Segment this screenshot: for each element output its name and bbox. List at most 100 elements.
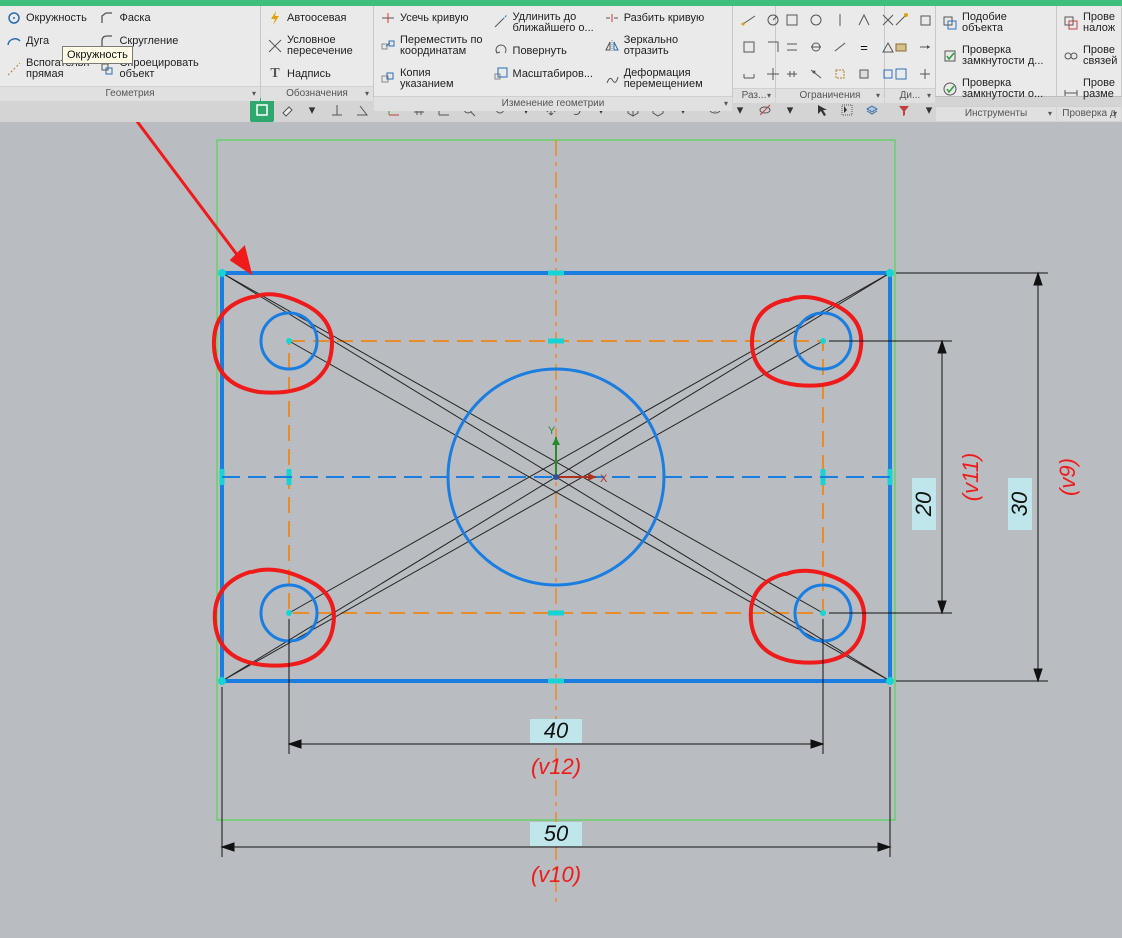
mirror-label: Зеркально отразить (624, 35, 678, 57)
tb-eraser[interactable] (275, 98, 299, 122)
c12[interactable] (805, 63, 827, 85)
text-label: Надпись (287, 68, 331, 80)
dim40-val: 40 (544, 718, 569, 743)
cond-cmd[interactable]: Условное пересечение (265, 31, 355, 61)
check1-icon (942, 48, 958, 64)
diag-panel-title: Ди... (885, 88, 935, 103)
dim-icon-1[interactable] (738, 9, 760, 31)
split-cmd[interactable]: Разбить кривую (602, 8, 707, 28)
check2-icon (942, 81, 958, 97)
c13[interactable] (829, 63, 851, 85)
check2-cmd[interactable]: Проверка замкнутости о... (940, 74, 1045, 104)
arc-label: Дуга (26, 35, 49, 47)
trim-label: Усечь кривую (400, 12, 468, 24)
autoaxis-cmd[interactable]: Автоосевая (265, 8, 355, 28)
mirror-cmd[interactable]: Зеркально отразить (602, 31, 707, 61)
c14[interactable] (853, 63, 875, 85)
mirror-icon (604, 38, 620, 54)
annot-panel-title: Обозначения (261, 86, 373, 101)
chk-b-lbl: Прове связей (1083, 45, 1117, 67)
dims-icon (1063, 81, 1079, 97)
rotate-label: Повернуть (513, 45, 567, 57)
chk-b[interactable]: Прове связей (1061, 41, 1119, 71)
c6[interactable] (781, 36, 803, 58)
sketch-canvas[interactable]: X Y 50 (v10) 40 (v12) 30 (v9) (0, 122, 1122, 938)
dim30-var: (v9) (1055, 458, 1080, 496)
c4[interactable] (853, 9, 875, 31)
similar-cmd[interactable]: Подобие объекта (940, 8, 1045, 38)
auxline-icon (6, 61, 22, 77)
c3[interactable] (829, 9, 851, 31)
text-cmd[interactable]: T Надпись (265, 64, 355, 84)
scale-label: Масштабиров... (513, 68, 593, 80)
constraints-panel-title: Ограничения (776, 88, 884, 103)
c8[interactable] (829, 36, 851, 58)
deform-cmd[interactable]: Деформация перемещением (602, 64, 707, 94)
chk-a[interactable]: Прове налож (1061, 8, 1119, 38)
d5[interactable] (890, 63, 912, 85)
circle-tooltip: Окружность (62, 46, 133, 64)
move-cmd[interactable]: Переместить по координатам (378, 31, 485, 61)
copy-cmd[interactable]: Копия указанием (378, 64, 485, 94)
geometry-panel-title: Геометрия (0, 86, 260, 101)
dim30-val: 30 (1007, 491, 1032, 516)
check1-label: Проверка замкнутости д... (962, 45, 1043, 67)
chamfer-cmd[interactable]: Фаска (97, 8, 200, 28)
sketch-mode-btn[interactable] (250, 98, 274, 122)
dim40-var: (v12) (531, 754, 581, 779)
move-icon (380, 38, 396, 54)
modify-panel-title: Изменение геометрии (374, 96, 732, 111)
dim-icon-3[interactable] (738, 36, 760, 58)
check2-label: Проверка замкнутости о... (962, 78, 1043, 100)
tb-dd1[interactable]: ▾ (300, 98, 324, 122)
trim-icon (380, 10, 396, 26)
deform-label: Деформация перемещением (624, 68, 703, 90)
deform-icon (604, 71, 620, 87)
d2[interactable] (914, 9, 936, 31)
rotate-icon (493, 43, 509, 59)
chamfer-icon (99, 10, 115, 26)
circle-cmd[interactable]: Окружность (4, 8, 91, 28)
c1[interactable] (781, 9, 803, 31)
tb-perp[interactable] (325, 98, 349, 122)
d6[interactable] (914, 63, 936, 85)
copy-label: Копия указанием (400, 68, 454, 90)
cond-label: Условное пересечение (287, 35, 353, 57)
axis-y: Y (548, 425, 556, 437)
trim-cmd[interactable]: Усечь кривую (378, 8, 485, 28)
similar-icon (942, 15, 958, 31)
tools-panel-title: Инструменты (936, 106, 1056, 121)
scale-icon (493, 66, 509, 82)
copy-icon (380, 71, 396, 87)
intersect-icon (267, 38, 283, 54)
d4[interactable] (914, 36, 936, 58)
axis-x: X (600, 473, 608, 485)
extend-icon (493, 15, 509, 31)
similar-label: Подобие объекта (962, 12, 1007, 34)
dim-icon-5[interactable] (738, 63, 760, 85)
text-icon: T (267, 66, 283, 82)
check1-cmd[interactable]: Проверка замкнутости д... (940, 41, 1045, 71)
chk-c[interactable]: Прове разме (1061, 74, 1119, 104)
c7[interactable] (805, 36, 827, 58)
circle-icon (6, 10, 22, 26)
move-label: Переместить по координатам (400, 35, 483, 57)
d3[interactable] (890, 36, 912, 58)
split-icon (604, 10, 620, 26)
autoaxis-label: Автоосевая (287, 12, 347, 24)
check-panel-title: Проверка д (1057, 106, 1121, 121)
links-icon (1063, 48, 1079, 64)
dim50-var: (v10) (531, 862, 581, 887)
rotate-cmd[interactable]: Повернуть (491, 41, 596, 61)
c9[interactable]: = (853, 36, 875, 58)
scale-cmd[interactable]: Масштабиров... (491, 64, 596, 84)
chk-a-lbl: Прове налож (1083, 12, 1115, 34)
extend-cmd[interactable]: Удлинить до ближайшего о... (491, 8, 596, 38)
tb-ang[interactable] (350, 98, 374, 122)
sizes-panel-title: Раз... (733, 88, 775, 103)
d1[interactable] (890, 9, 912, 31)
split-label: Разбить кривую (624, 12, 705, 24)
c11[interactable] (781, 63, 803, 85)
arc-icon (6, 33, 22, 49)
c2[interactable] (805, 9, 827, 31)
